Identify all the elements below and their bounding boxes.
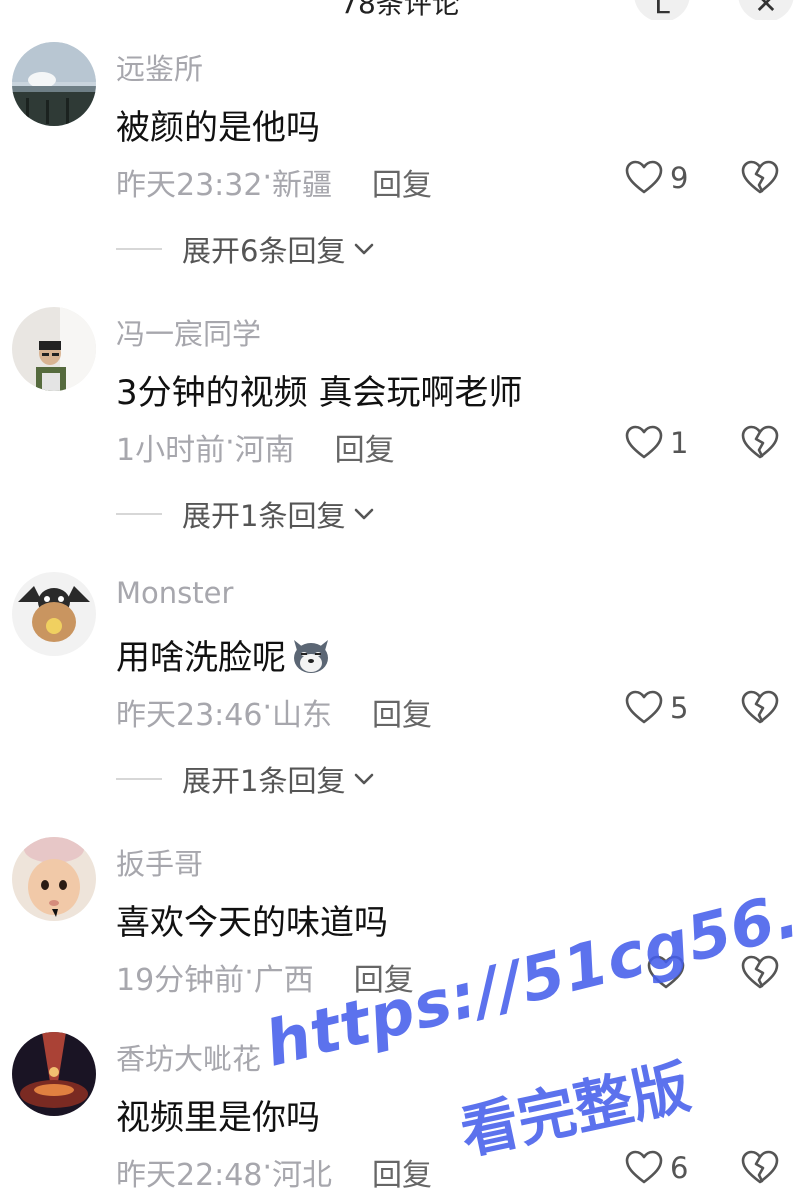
comment-body: 3分钟的视频 真会玩啊老师 [116,373,523,413]
husky-emoji-icon [294,639,328,673]
heart-icon [625,425,663,459]
comment-text: 3分钟的视频 真会玩啊老师 [116,365,522,414]
meta-separator: · [225,425,235,460]
broken-heart-icon [741,425,779,459]
avatar[interactable] [12,837,96,921]
like-button[interactable]: 5 [624,688,688,728]
expand-replies-button[interactable]: 展开1条回复 [116,758,377,800]
username[interactable]: Monster [116,576,233,610]
like-button[interactable]: 9 [624,158,688,198]
heart-icon [625,690,663,724]
heart-icon [625,1150,663,1184]
timestamp: 1小时前 [116,433,226,468]
avatar[interactable] [12,307,96,391]
expand-replies-button[interactable]: 展开1条回复 [116,493,377,535]
chevron-down-icon [355,773,374,785]
comment-body: 被颜的是他吗 [116,108,320,148]
location: 广西 [253,963,314,998]
location: 河南 [234,433,295,468]
meta-separator: · [262,160,273,195]
avatar[interactable] [12,1032,96,1116]
expand-replies-button[interactable]: 展开6条回复 [116,228,377,270]
divider-line [116,778,162,780]
reply-button[interactable]: 回复 [372,1150,432,1194]
timestamp: 昨天23:32 [116,168,263,203]
comment-meta: 1小时前 · 河南 回复 [116,425,395,469]
like-count: 6 [670,1151,689,1185]
comment-text: 被颜的是他吗 [116,100,320,149]
username[interactable]: 扳手哥 [116,841,203,883]
username[interactable]: 远鉴所 [116,46,203,88]
username[interactable]: 香坊大呲花 [116,1036,261,1078]
avatar[interactable] [12,42,96,126]
reply-button[interactable]: 回复 [354,955,414,999]
dislike-button[interactable] [740,158,780,202]
comment-text: 视频里是你吗 [116,1090,320,1139]
meta-separator: · [262,690,273,725]
reply-button[interactable]: 回复 [372,160,432,204]
like-button[interactable]: 1 [624,423,688,463]
heart-icon [647,955,685,989]
like-button[interactable] [646,953,692,993]
chevron-down-icon [355,243,374,255]
location: 新疆 [272,168,333,203]
expand-replies-label: 展开1条回复 [182,499,346,533]
like-button[interactable]: 6 [624,1148,688,1188]
avatar[interactable] [12,572,96,656]
comment-meta: 昨天22:48 · 河北 回复 [116,1150,432,1194]
meta-separator: · [262,1150,273,1185]
heart-icon [625,160,663,194]
meta-separator: · [244,955,254,990]
like-count: 9 [670,161,689,195]
reply-button[interactable]: 回复 [335,425,395,469]
comment-body: 用啥洗脸呢 [116,638,286,678]
reply-button[interactable]: 回复 [372,690,432,734]
timestamp: 昨天23:46 [116,698,263,733]
expand-replies-label: 展开1条回复 [182,764,346,798]
like-count: 5 [670,691,689,725]
comment-body: 视频里是你吗 [116,1098,320,1138]
comment-meta: 19分钟前 · 广西 回复 [116,955,414,999]
chevron-down-icon [355,508,374,520]
broken-heart-icon [741,1150,779,1184]
broken-heart-icon [741,955,779,989]
comment-text: 用啥洗脸呢 [116,630,334,679]
timestamp: 19分钟前 [116,963,245,998]
like-count: 1 [670,426,689,460]
dislike-button[interactable] [740,688,780,732]
timestamp: 昨天22:48 [116,1158,263,1193]
username[interactable]: 冯一宸同学 [116,311,261,353]
location: 山东 [272,698,333,733]
comment-text: 喜欢今天的味道吗 [116,895,388,944]
dislike-button[interactable] [740,953,780,997]
expand-replies-label: 展开6条回复 [182,234,346,268]
comments-header: 78条评论 L ✕ [0,0,800,20]
divider-line [116,248,162,250]
broken-heart-icon [741,690,779,724]
comment-body: 喜欢今天的味道吗 [116,903,388,943]
divider-line [116,513,162,515]
dislike-button[interactable] [740,1148,780,1192]
comment-meta: 昨天23:32 · 新疆 回复 [116,160,432,204]
dislike-button[interactable] [740,423,780,467]
location: 河北 [272,1158,333,1193]
broken-heart-icon [741,160,779,194]
comment-meta: 昨天23:46 · 山东 回复 [116,690,432,734]
